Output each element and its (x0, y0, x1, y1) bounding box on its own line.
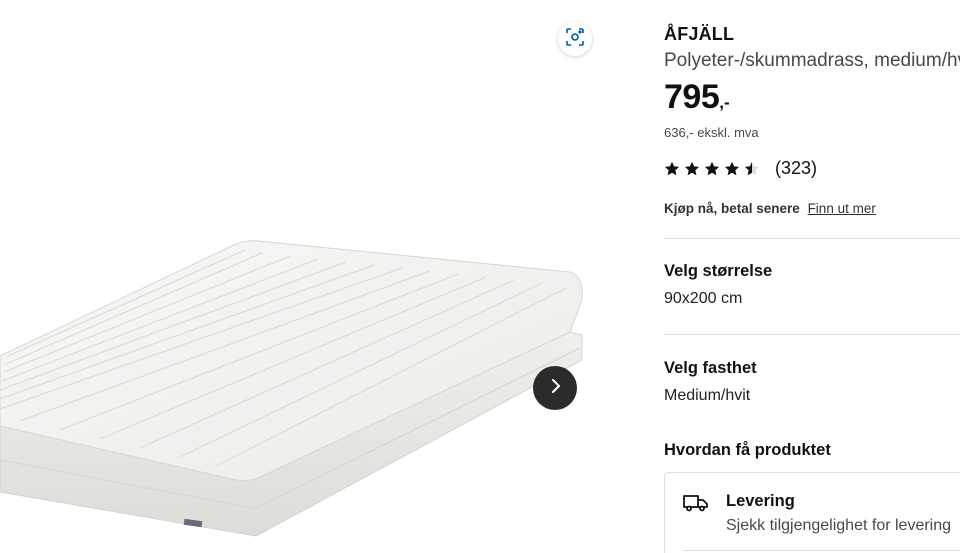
chevron-right-icon (547, 378, 563, 399)
size-title: Velg størrelse (664, 262, 773, 280)
truck-icon (683, 493, 709, 518)
price-decimal: ,- (719, 93, 730, 112)
price-integer: 795 (664, 78, 720, 116)
delivery-subtitle: Sjekk tilgjengelighet for levering (726, 517, 952, 534)
pay-later-link[interactable]: Finn ut mer (808, 201, 876, 216)
price-ex-vat: 636,- ekskl. mva (664, 125, 759, 140)
size-value: 90x200 cm (664, 290, 743, 307)
star-icon (664, 161, 680, 175)
divider (664, 334, 960, 335)
firmness-title: Velg fasthet (664, 359, 757, 377)
fulfillment-title: Hvordan få produktet (664, 441, 831, 459)
rating-stars (664, 161, 760, 177)
pay-later-label: Kjøp nå, betal senere (664, 201, 800, 216)
product-name: ÅFJÄLL (664, 24, 735, 44)
product-image (0, 240, 583, 537)
product-info-panel: ÅFJÄLL Polyeter-/skummadrass, medium/hvi… (664, 0, 960, 553)
next-image-button[interactable] (533, 366, 577, 410)
delivery-title: Levering (726, 492, 795, 510)
product-rating[interactable]: (323) (664, 158, 817, 179)
review-count: (323) (775, 158, 818, 178)
star-icon (744, 161, 760, 175)
product-description: Polyeter-/skummadrass, medium/hvit (664, 50, 960, 71)
divider (664, 238, 960, 239)
divider (683, 550, 960, 551)
firmness-value: Medium/hvit (664, 387, 751, 404)
star-icon (704, 161, 720, 175)
star-icon (724, 161, 740, 175)
visual-search-icon (565, 27, 585, 52)
firmness-selector[interactable]: Velg fasthet Medium/hvit (664, 347, 960, 427)
product-image-gallery (0, 0, 620, 553)
pay-later-info: Kjøp nå, betal senere Finn ut mer (664, 201, 876, 216)
visual-search-button[interactable] (558, 22, 592, 56)
product-price: 795,- (664, 78, 730, 117)
delivery-option[interactable]: Levering Sjekk tilgjengelighet for lever… (664, 472, 960, 553)
star-icon (684, 161, 700, 175)
size-selector[interactable]: Velg størrelse 90x200 cm (664, 250, 960, 330)
